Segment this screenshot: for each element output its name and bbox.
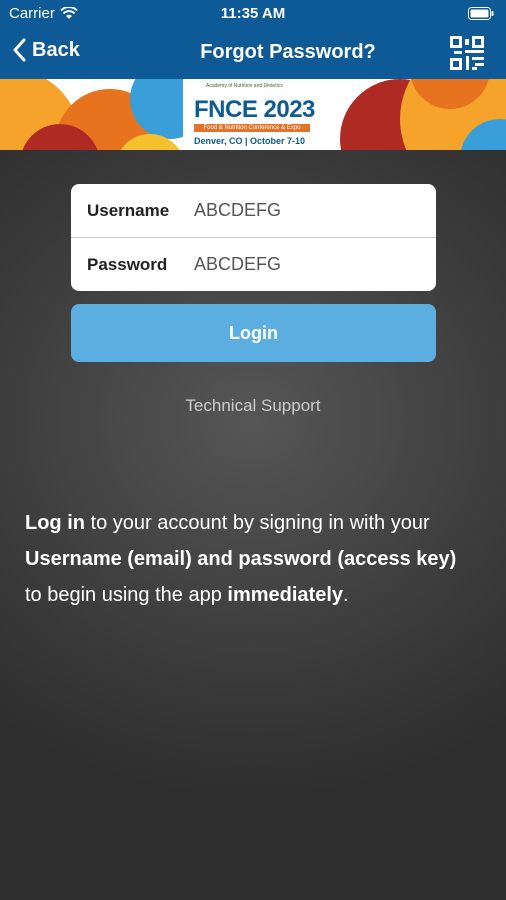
brand-name: FNCE 2023 bbox=[194, 96, 315, 123]
instructions-bold-1: Log in bbox=[25, 512, 85, 534]
status-bar: Carrier 11:35 AM bbox=[0, 0, 506, 28]
login-instructions: Log in to your account by signing in wit… bbox=[25, 505, 465, 613]
technical-support-link[interactable]: Technical Support bbox=[0, 396, 506, 416]
login-button[interactable]: Login bbox=[71, 304, 436, 362]
org-name: Academy of Nutrition and Dietetics bbox=[206, 83, 283, 89]
instructions-text-3: . bbox=[343, 584, 349, 606]
username-label: Username bbox=[87, 200, 170, 220]
login-screen: Carrier 11:35 AM Back Forgot Password? A… bbox=[0, 0, 506, 900]
password-field[interactable] bbox=[192, 253, 416, 276]
password-row: Password bbox=[71, 238, 436, 291]
username-row: Username bbox=[71, 184, 436, 238]
login-form: Username Password bbox=[71, 184, 436, 291]
forgot-password-link[interactable]: Forgot Password? bbox=[0, 41, 506, 64]
status-time: 11:35 AM bbox=[220, 5, 286, 22]
instructions-bold-3: immediately bbox=[227, 584, 343, 606]
fnce-logo: Academy of Nutrition and Dietetics FNCE … bbox=[190, 82, 320, 148]
instructions-text-1: to your account by signing in with your bbox=[84, 512, 430, 534]
qr-code-icon[interactable] bbox=[450, 36, 484, 70]
brand-tagline: Food & Nutrition Conference & Expo bbox=[194, 124, 310, 132]
password-label: Password bbox=[87, 254, 168, 274]
conference-banner: Academy of Nutrition and Dietetics FNCE … bbox=[0, 79, 506, 150]
instructions-bold-2: Username (email) and password (access ke… bbox=[25, 548, 457, 570]
event-location: Denver, CO | October 7-10 bbox=[194, 136, 306, 146]
battery-icon bbox=[468, 7, 494, 24]
navigation-bar: Back Forgot Password? bbox=[0, 28, 506, 79]
instructions-text-2: to begin using the app bbox=[25, 584, 228, 606]
username-field[interactable] bbox=[192, 199, 416, 222]
